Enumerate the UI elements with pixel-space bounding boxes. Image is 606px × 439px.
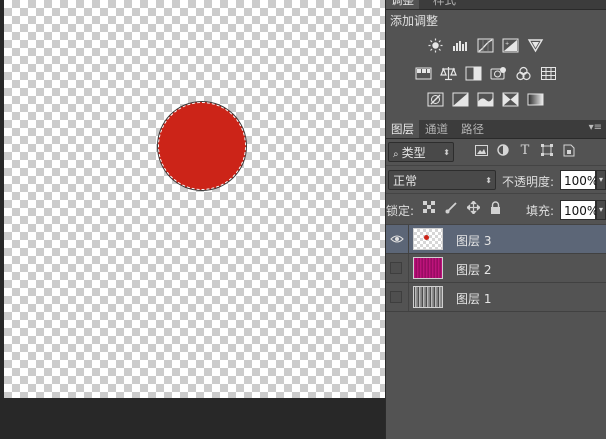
layer-2-name[interactable]: 图层 2	[456, 261, 491, 278]
adjustments-tabbar: 调整 样式	[386, 0, 606, 10]
exposure-icon[interactable]: +	[501, 37, 520, 53]
svg-text:+: +	[505, 41, 509, 47]
row-divider	[408, 254, 409, 282]
adjustment-layer-filter-icon[interactable]	[496, 143, 510, 157]
selective-color-icon[interactable]	[501, 91, 520, 107]
layer-row-3[interactable]: 图层 3	[386, 225, 606, 254]
opacity-slider-toggle[interactable]: ▾	[596, 170, 606, 190]
lock-image-pixels-icon[interactable]	[444, 200, 458, 214]
lock-transparent-pixels-icon[interactable]	[422, 200, 436, 214]
tab-paths[interactable]: 路径	[456, 120, 489, 138]
red-circle-selection[interactable]	[158, 102, 246, 190]
black-white-icon[interactable]	[464, 65, 483, 81]
filter-type-dropdown[interactable]: ⌕ 类型 ⬍	[388, 142, 454, 162]
lock-icons	[422, 200, 502, 214]
row-divider	[408, 283, 409, 311]
visibility-toggle-off[interactable]	[390, 291, 402, 303]
hue-saturation-icon[interactable]	[414, 65, 433, 81]
dropdown-arrow-icon: ⬍	[443, 148, 450, 157]
layer-row-1[interactable]: 图层 1	[386, 283, 606, 312]
canvas-area	[0, 0, 385, 439]
tab-layers[interactable]: 图层	[386, 120, 419, 138]
lock-position-icon[interactable]	[466, 200, 480, 214]
fill-slider-toggle[interactable]: ▾	[596, 200, 606, 220]
layer-3-name[interactable]: 图层 3	[456, 232, 491, 249]
lock-all-icon[interactable]	[488, 200, 502, 214]
gradient-map-icon[interactable]	[526, 91, 545, 107]
pixel-layer-filter-icon[interactable]	[474, 143, 488, 157]
layer-row-2[interactable]: 图层 2	[386, 254, 606, 283]
eye-icon[interactable]	[390, 232, 404, 246]
opacity-label: 不透明度:	[502, 175, 555, 189]
adjustments-row-1: +	[426, 37, 545, 53]
document-canvas[interactable]	[4, 0, 385, 398]
layers-tabbar: 图层 通道 路径 ▾≡	[386, 120, 606, 139]
visibility-toggle-off[interactable]	[390, 262, 402, 274]
photo-filter-icon[interactable]	[489, 65, 508, 81]
color-lookup-icon[interactable]	[539, 65, 558, 81]
blend-mode-dropdown[interactable]: 正常 ⬍	[388, 170, 496, 190]
tab-styles[interactable]: 样式	[428, 0, 461, 9]
brightness-contrast-icon[interactable]	[426, 37, 445, 53]
blend-mode-value: 正常	[393, 174, 418, 188]
fill-label: 填充:	[526, 204, 555, 218]
blend-opacity-row: 正常 ⬍ 不透明度: 100% ▾	[386, 167, 606, 194]
layer-filter-row: ⌕ 类型 ⬍ T	[386, 139, 606, 166]
vibrance-icon[interactable]	[526, 37, 545, 53]
panel-menu-icon[interactable]: ▾≡	[589, 122, 602, 133]
fill-input[interactable]: 100%	[560, 200, 598, 220]
levels-icon[interactable]	[451, 37, 470, 53]
layer-2-thumbnail[interactable]	[413, 257, 443, 279]
opacity-input[interactable]: 100%	[560, 170, 598, 190]
curves-icon[interactable]	[476, 37, 495, 53]
invert-icon[interactable]	[426, 91, 445, 107]
tab-channels[interactable]: 通道	[420, 120, 453, 138]
type-layer-filter-icon[interactable]: T	[518, 143, 532, 158]
tab-adjustments[interactable]: 调整	[386, 0, 419, 9]
search-icon: ⌕	[393, 149, 399, 160]
smart-object-filter-icon[interactable]	[562, 143, 576, 157]
adjustments-row-2	[414, 65, 558, 81]
filter-type-label: 类型	[401, 146, 426, 160]
row-divider	[408, 225, 409, 253]
filter-icons: T	[474, 143, 576, 158]
layer-1-thumbnail[interactable]	[413, 286, 443, 308]
layer-1-name[interactable]: 图层 1	[456, 290, 491, 307]
right-panel: 调整 样式 添加调整 + 图层 通道 路径 ▾≡ ⌕ 类型 ⬍ T 正常 ⬍ 不…	[385, 0, 606, 439]
layer-3-thumbnail[interactable]	[413, 228, 443, 250]
thumbnail-red-dot	[424, 235, 429, 240]
adjustments-title: 添加调整	[390, 14, 439, 28]
posterize-icon[interactable]	[451, 91, 470, 107]
lock-fill-row: 锁定: 填充: 100% ▾	[386, 196, 606, 225]
color-balance-icon[interactable]	[439, 65, 458, 81]
dropdown-arrow-icon: ⬍	[485, 176, 492, 185]
channel-mixer-icon[interactable]	[514, 65, 533, 81]
lock-label: 锁定:	[386, 204, 415, 218]
shape-layer-filter-icon[interactable]	[540, 143, 554, 157]
threshold-icon[interactable]	[476, 91, 495, 107]
adjustments-row-3	[426, 91, 545, 107]
